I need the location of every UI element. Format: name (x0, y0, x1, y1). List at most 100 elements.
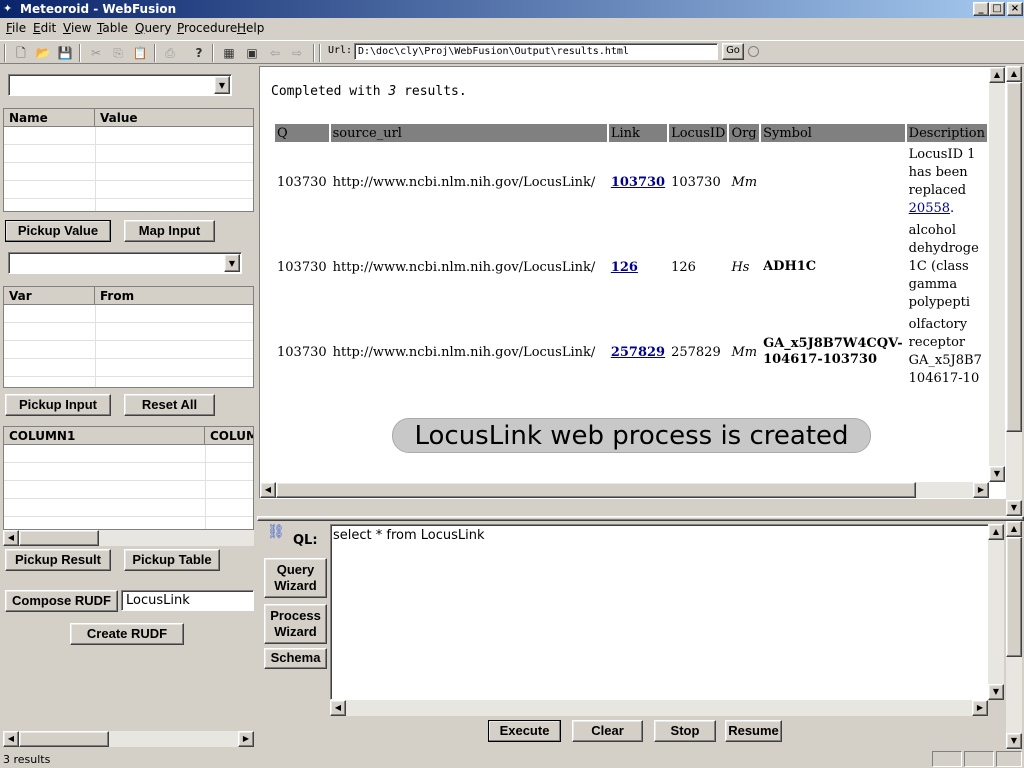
scroll-thumb[interactable] (1006, 537, 1022, 657)
table-row[interactable] (4, 127, 253, 145)
stop-button[interactable]: Stop (654, 720, 716, 742)
outer-vscrollbar[interactable]: ▲ ▼ (1006, 66, 1022, 516)
print-icon[interactable]: ⎙ (160, 44, 180, 62)
compose-rudf-button[interactable]: Compose RUDF (5, 590, 118, 612)
pickup-value-button[interactable]: Pickup Value (5, 220, 111, 242)
grid-header-value[interactable]: Value (95, 109, 253, 127)
scroll-right-icon[interactable]: ▶ (972, 700, 988, 716)
table-row[interactable] (4, 181, 253, 199)
scroll-thumb[interactable] (19, 530, 99, 546)
column-header[interactable]: Q (275, 124, 329, 142)
scroll-thumb[interactable] (19, 731, 109, 747)
scroll-left-icon[interactable]: ◀ (260, 482, 276, 498)
scroll-thumb[interactable] (276, 482, 916, 498)
table-row[interactable] (4, 145, 253, 163)
scroll-right-icon[interactable]: ▶ (973, 482, 989, 498)
var-from-grid[interactable]: Var From (3, 286, 254, 388)
clear-button[interactable]: Clear (572, 720, 643, 742)
left-panel-hscrollbar[interactable]: ◀ ▶ (3, 731, 254, 747)
pickup-table-button[interactable]: Pickup Table (124, 549, 220, 571)
create-rudf-button[interactable]: Create RUDF (70, 623, 184, 645)
table-row[interactable] (4, 499, 253, 517)
results-vscrollbar[interactable]: ▲ ▼ (989, 67, 1005, 482)
query-outer-vscrollbar[interactable]: ▲ ▼ (1006, 521, 1022, 750)
scroll-down-icon[interactable]: ▼ (988, 684, 1004, 700)
name-value-grid[interactable]: Name Value (3, 108, 254, 212)
scroll-up-icon[interactable]: ▲ (1006, 521, 1022, 537)
scroll-up-icon[interactable]: ▲ (1006, 66, 1022, 82)
menu-table[interactable]: Table (97, 21, 128, 35)
back-icon[interactable]: ⇦ (265, 44, 285, 62)
url-input[interactable]: D:\doc\cly\Proj\WebFusion\Output\results… (354, 43, 718, 60)
menu-file[interactable]: File (6, 21, 26, 35)
query-vscrollbar[interactable]: ▲ ▼ (988, 524, 1004, 700)
column-header[interactable]: Description (906, 124, 987, 142)
query-wizard-button[interactable]: Query Wizard (264, 558, 327, 598)
scroll-left-icon[interactable]: ◀ (3, 530, 19, 546)
new-icon[interactable]: 🗋 (11, 44, 31, 62)
column-header[interactable]: Symbol (761, 124, 905, 142)
scroll-left-icon[interactable]: ◀ (3, 731, 19, 747)
table-row[interactable] (4, 305, 253, 323)
schema-button[interactable]: Schema (264, 648, 327, 669)
menu-query[interactable]: Query (135, 21, 171, 35)
table-row[interactable] (4, 341, 253, 359)
top-dropdown[interactable]: ▼ (8, 74, 232, 96)
paste-icon[interactable]: 📋 (130, 44, 150, 62)
menu-help[interactable]: Help (237, 21, 264, 35)
scroll-down-icon[interactable]: ▼ (1006, 733, 1022, 749)
table-row[interactable] (4, 481, 253, 499)
column-grid-hscrollbar[interactable]: ◀ (3, 530, 254, 546)
column-header[interactable]: Org (729, 124, 760, 142)
pickup-result-button[interactable]: Pickup Result (5, 549, 111, 571)
chevron-down-icon[interactable]: ▼ (224, 254, 240, 272)
scroll-down-icon[interactable]: ▼ (989, 466, 1005, 482)
column-header[interactable]: Link (608, 124, 668, 142)
window-icon[interactable]: ▣ (242, 44, 262, 62)
splitter-bar[interactable] (257, 516, 1024, 521)
replacement-link[interactable]: 20558 (909, 201, 950, 216)
scroll-up-icon[interactable]: ▲ (988, 524, 1004, 540)
minimize-button[interactable]: _ (973, 2, 989, 16)
map-input-button[interactable]: Map Input (124, 220, 215, 242)
scroll-thumb[interactable] (1006, 82, 1022, 432)
column-grid[interactable]: COLUMN1 COLUMN2 (3, 426, 254, 530)
table-row[interactable] (4, 463, 253, 481)
scroll-right-icon[interactable]: ▶ (238, 731, 254, 747)
reset-all-button[interactable]: Reset All (124, 394, 215, 416)
grid-header-name[interactable]: Name (4, 109, 95, 127)
column-header[interactable]: source_url (330, 124, 607, 142)
locus-link[interactable]: 257829 (611, 345, 665, 360)
resume-button[interactable]: Resume (725, 720, 782, 742)
scroll-down-icon[interactable]: ▼ (1006, 500, 1022, 516)
grid-header-column1[interactable]: COLUMN1 (4, 427, 205, 445)
results-hscrollbar[interactable]: ◀ ▶ (260, 482, 989, 498)
execute-button[interactable]: Execute (488, 720, 561, 742)
second-dropdown[interactable]: ▼ (8, 252, 242, 274)
query-hscrollbar[interactable]: ◀ ▶ (330, 700, 988, 716)
grid-header-column2[interactable]: COLUMN2 (205, 427, 253, 445)
menu-edit[interactable]: Edit (33, 21, 56, 35)
grid-header-var[interactable]: Var (4, 287, 95, 305)
pickup-input-button[interactable]: Pickup Input (5, 394, 111, 416)
process-wizard-button[interactable]: Process Wizard (264, 604, 327, 644)
open-icon[interactable]: 📂 (33, 44, 53, 62)
rudf-name-input[interactable]: LocusLink (121, 590, 254, 611)
locus-link[interactable]: 126 (611, 260, 638, 275)
go-button[interactable]: Go (722, 43, 744, 60)
save-icon[interactable]: 💾 (55, 44, 75, 62)
table-row[interactable] (4, 323, 253, 341)
column-header[interactable]: LocusID (669, 124, 728, 142)
cut-icon[interactable]: ✂ (86, 44, 106, 62)
table-row[interactable] (4, 163, 253, 181)
help-icon[interactable]: ? (189, 44, 209, 62)
layout-icon[interactable]: ▦ (219, 44, 239, 62)
close-button[interactable]: × (1007, 2, 1023, 16)
forward-icon[interactable]: ⇨ (287, 44, 307, 62)
scroll-up-icon[interactable]: ▲ (989, 67, 1005, 83)
copy-icon[interactable]: ⎘ (108, 44, 128, 62)
menu-procedure[interactable]: Procedure (177, 21, 237, 35)
maximize-button[interactable]: □ (989, 2, 1005, 16)
scroll-left-icon[interactable]: ◀ (330, 700, 346, 716)
locus-link[interactable]: 103730 (611, 175, 665, 190)
